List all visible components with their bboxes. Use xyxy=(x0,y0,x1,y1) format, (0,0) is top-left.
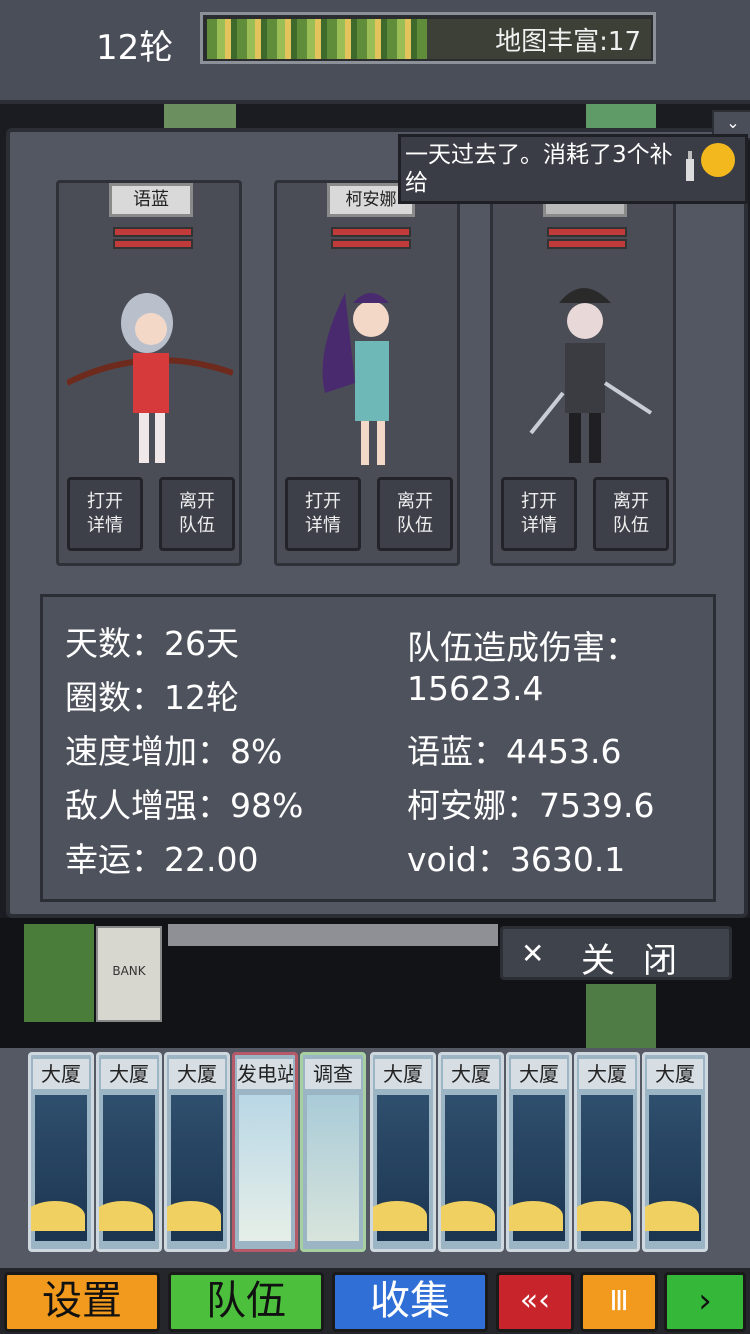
moon-icon xyxy=(645,1201,699,1231)
stat-enemy-boost: 敌人增强：98% xyxy=(65,786,304,825)
emoji-face-icon xyxy=(701,143,735,177)
close-icon: ✕ xyxy=(521,937,545,970)
damage-keanna: 柯安娜：7539.6 xyxy=(407,786,655,825)
deck-card-building[interactable]: 大厦 xyxy=(642,1052,708,1252)
member-card: 语蓝 打开 详情 离开 队伍 xyxy=(56,180,242,566)
damage-yulan: 语蓝：4453.6 xyxy=(407,732,622,771)
map-richness-label: 地图丰富:17 xyxy=(495,27,641,57)
skyscraper-icon xyxy=(645,1095,701,1241)
bank-sign: BANK xyxy=(112,964,146,978)
deck-card-label: 调查 xyxy=(305,1059,361,1089)
moon-icon xyxy=(373,1201,427,1231)
skyscraper-icon xyxy=(509,1095,565,1241)
mp-bar xyxy=(331,239,411,249)
deck-card-label: 发电站 xyxy=(237,1059,293,1089)
swordsman-character-sprite xyxy=(529,288,653,463)
supply-icon xyxy=(686,151,694,181)
rewind-button[interactable]: «‹ xyxy=(496,1272,574,1332)
power-plant-icon xyxy=(239,1095,291,1241)
skyscraper-icon xyxy=(441,1095,497,1241)
damage-void: void：3630.1 xyxy=(407,840,626,879)
round-counter: 12轮 xyxy=(96,28,174,68)
deck-card-building[interactable]: 大厦 xyxy=(574,1052,640,1252)
moon-icon xyxy=(509,1201,563,1231)
skyscraper-icon xyxy=(577,1095,633,1241)
deck-card-label: 大厦 xyxy=(443,1059,499,1089)
mp-bar xyxy=(547,239,627,249)
deck-card-label: 大厦 xyxy=(579,1059,635,1089)
close-label: 关闭 xyxy=(581,941,705,981)
deck-card-label: 大厦 xyxy=(33,1059,89,1089)
bottom-bar: 设置 队伍 收集 «‹ Ⅲ › xyxy=(0,1268,750,1334)
deck-card-label: 大厦 xyxy=(647,1059,703,1089)
card-deck: 大厦 大厦 大厦 发电站 调查 大厦 大厦 大厦 大厦 大厦 xyxy=(0,1048,750,1268)
hp-bar xyxy=(547,227,627,237)
skyscraper-icon xyxy=(31,1095,87,1241)
hp-bar xyxy=(113,227,193,237)
pause-button[interactable]: Ⅲ xyxy=(580,1272,658,1332)
map-richness-bar: 地图丰富:17 xyxy=(200,12,656,64)
open-details-button[interactable]: 打开 详情 xyxy=(285,477,361,551)
deck-card-building[interactable]: 大厦 xyxy=(164,1052,230,1252)
top-bar: 12轮 地图丰富:17 xyxy=(0,0,750,104)
deck-card-label: 大厦 xyxy=(101,1059,157,1089)
skyscraper-icon xyxy=(167,1095,223,1241)
notification-message: 一天过去了。消耗了3个补给 xyxy=(405,142,673,196)
team-panel: 语蓝 打开 详情 离开 队伍 柯安娜 打开 详情 离开 队伍 打开 详情 离开 … xyxy=(6,128,748,918)
moon-icon xyxy=(441,1201,495,1231)
open-details-button[interactable]: 打开 详情 xyxy=(501,477,577,551)
magnifier-icon xyxy=(307,1095,359,1241)
deck-card-building[interactable]: 大厦 xyxy=(370,1052,436,1252)
moon-icon xyxy=(31,1201,85,1231)
stat-laps: 圈数：12轮 xyxy=(65,678,239,717)
team-damage-label: 队伍造成伤害： xyxy=(407,628,638,667)
team-damage-value: 15623.4 xyxy=(407,669,544,708)
bank-building: BANK xyxy=(96,926,162,1022)
leave-team-button[interactable]: 离开 队伍 xyxy=(593,477,669,551)
deck-card-label: 大厦 xyxy=(511,1059,567,1089)
open-details-button[interactable]: 打开 详情 xyxy=(67,477,143,551)
play-button[interactable]: › xyxy=(664,1272,746,1332)
stat-days: 天数：26天 xyxy=(65,624,239,663)
road-tile xyxy=(164,104,236,128)
rail-track-vertical xyxy=(586,984,656,1048)
skyscraper-icon xyxy=(99,1095,155,1241)
mp-bar xyxy=(113,239,193,249)
deck-card-label: 大厦 xyxy=(375,1059,431,1089)
member-card: 柯安娜 打开 详情 离开 队伍 xyxy=(274,180,460,566)
forest-tile xyxy=(24,924,94,1022)
moon-icon xyxy=(577,1201,631,1231)
stats-box: 天数：26天 圈数：12轮 速度增加：8% 敌人增强：98% 幸运：22.00 … xyxy=(40,594,716,902)
hp-bar xyxy=(331,227,411,237)
deck-card-building[interactable]: 大厦 xyxy=(506,1052,572,1252)
rail-tile xyxy=(586,104,656,128)
close-button[interactable]: ✕ 关闭 xyxy=(500,926,732,981)
member-name: 语蓝 xyxy=(109,183,193,217)
rail-track xyxy=(168,924,498,946)
skyscraper-icon xyxy=(373,1095,429,1241)
deck-card-building[interactable]: 大厦 xyxy=(28,1052,94,1252)
stat-speed: 速度增加：8% xyxy=(65,732,283,771)
notification-toast: 一天过去了。消耗了3个补给 xyxy=(398,134,748,204)
collect-button[interactable]: 收集 xyxy=(332,1272,488,1332)
qipao-character-sprite xyxy=(322,293,389,465)
deck-card-investigate[interactable]: 调查 xyxy=(300,1052,366,1252)
deck-card-label: 大厦 xyxy=(169,1059,225,1089)
leave-team-button[interactable]: 离开 队伍 xyxy=(377,477,453,551)
member-card: 打开 详情 离开 队伍 xyxy=(490,180,676,566)
moon-icon xyxy=(99,1201,153,1231)
settings-button[interactable]: 设置 xyxy=(4,1272,160,1332)
deck-card-building[interactable]: 大厦 xyxy=(438,1052,504,1252)
deck-card-power[interactable]: 发电站 xyxy=(232,1052,298,1252)
stat-luck: 幸运：22.00 xyxy=(65,840,259,879)
team-button[interactable]: 队伍 xyxy=(168,1272,324,1332)
deck-card-building[interactable]: 大厦 xyxy=(96,1052,162,1252)
city-skyline-icon xyxy=(207,19,427,59)
leave-team-button[interactable]: 离开 队伍 xyxy=(159,477,235,551)
moon-icon xyxy=(167,1201,221,1231)
archer-character-sprite xyxy=(67,293,233,463)
